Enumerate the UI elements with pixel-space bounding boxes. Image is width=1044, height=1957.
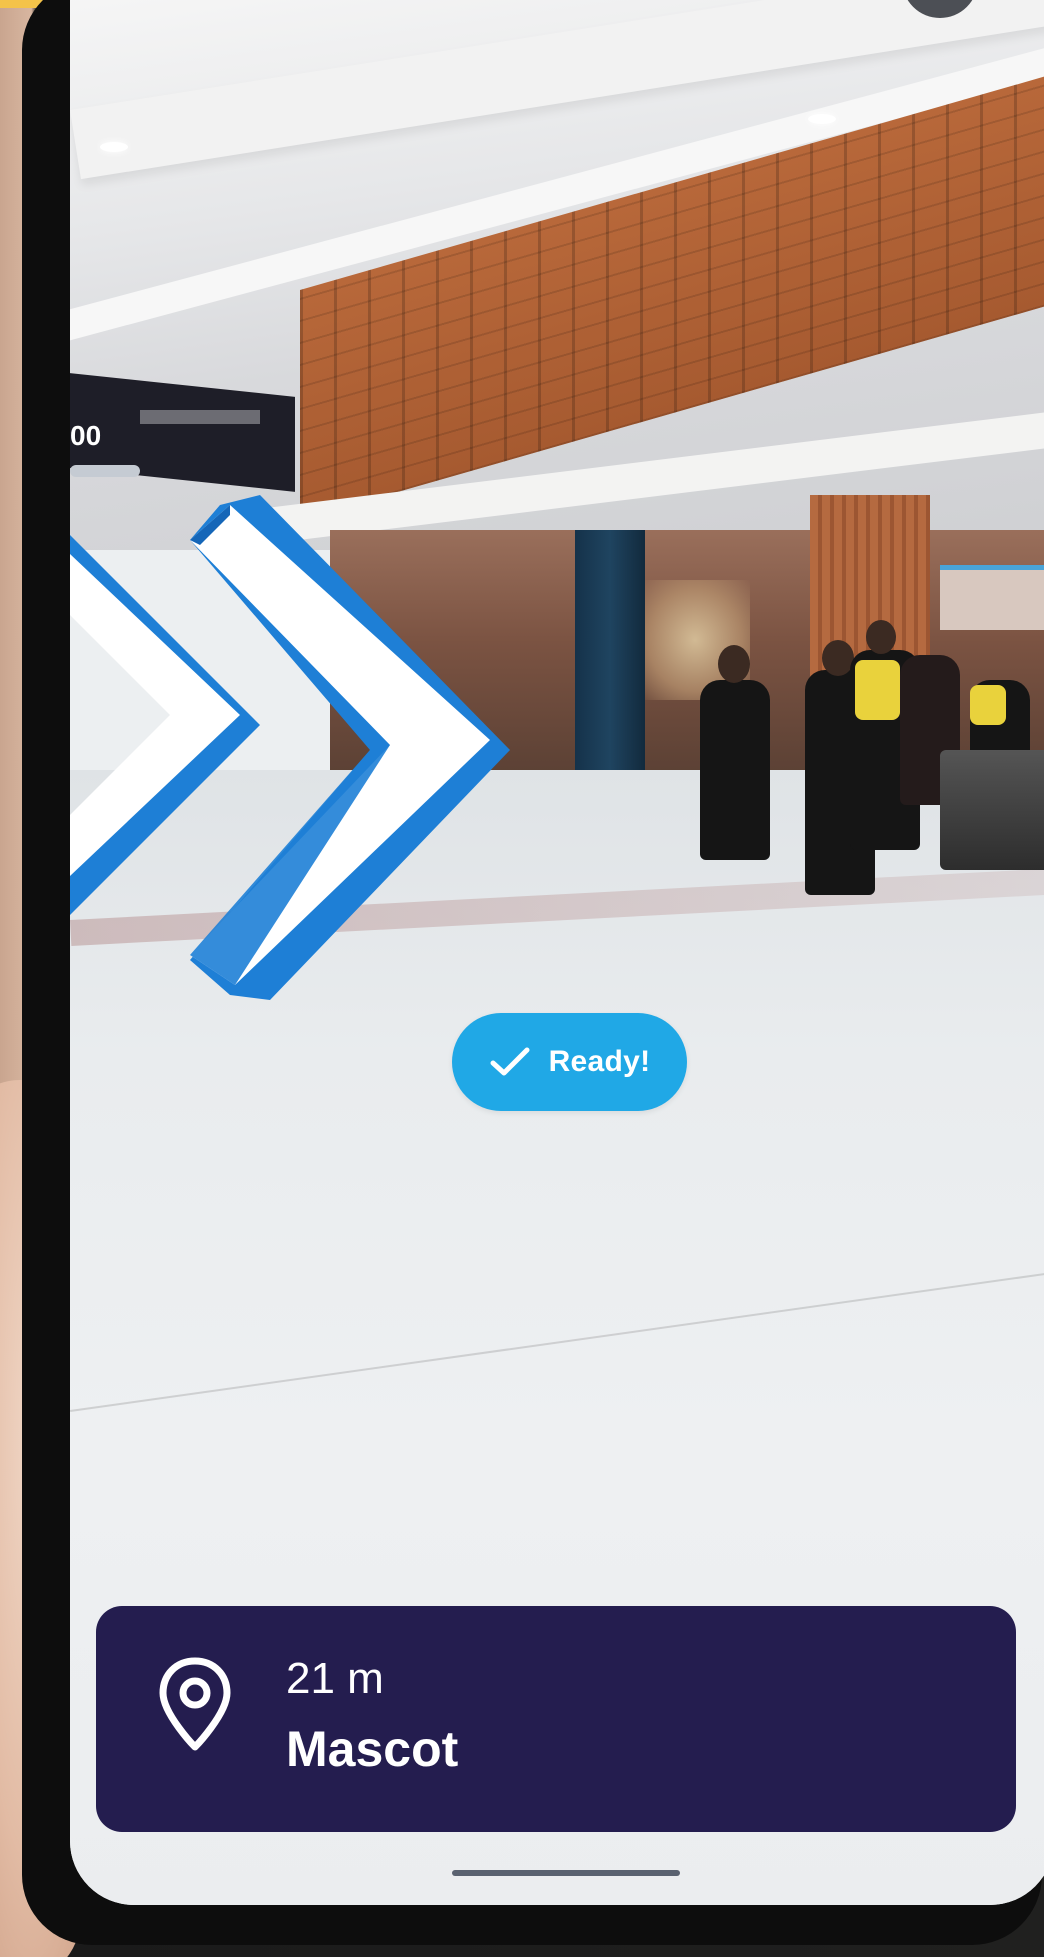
destination-name: Mascot <box>286 1721 459 1777</box>
ready-status-label: Ready! <box>548 1045 651 1078</box>
ceiling-light <box>808 114 836 124</box>
ar-direction-arrows <box>70 495 510 1000</box>
cleaning-cart <box>940 750 1044 870</box>
overhead-sign-text: 00 <box>70 420 102 451</box>
destination-distance: 21 m <box>286 1654 384 1703</box>
destination-card[interactable]: 21 m Mascot <box>96 1606 1016 1832</box>
high-vis-vest <box>855 660 900 720</box>
location-pin-icon <box>159 1657 231 1751</box>
checkmark-icon <box>490 1047 530 1076</box>
ceiling-light <box>100 142 128 152</box>
overhead-sign-bar <box>70 465 140 477</box>
person-head <box>718 645 750 683</box>
screenshot-stage: 00 Ready! 21 m Mascot <box>0 0 1044 1957</box>
overhead-sign-detail <box>140 410 260 424</box>
person-head <box>866 620 896 654</box>
person <box>700 680 770 860</box>
ready-status-pill: Ready! <box>452 1013 687 1111</box>
shop-sign <box>940 565 1044 630</box>
ar-camera-view: 00 Ready! 21 m Mascot <box>70 0 1044 1905</box>
home-indicator[interactable] <box>452 1870 680 1876</box>
high-vis-vest <box>970 685 1006 725</box>
chevron-right-icon <box>190 495 510 1000</box>
phone-frame: 00 Ready! 21 m Mascot <box>22 0 1044 1945</box>
